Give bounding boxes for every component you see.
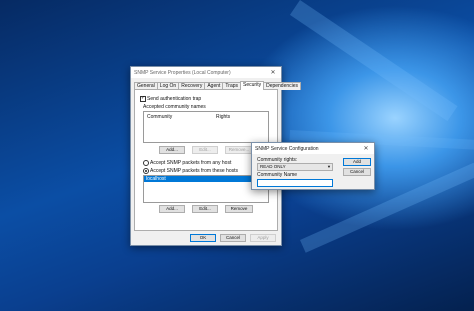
close-icon[interactable]: ✕ <box>268 69 278 76</box>
host-name: localhost <box>146 176 166 182</box>
chevron-down-icon: ▼ <box>327 164 331 169</box>
ok-button[interactable]: OK <box>190 234 216 242</box>
community-name-label: Community Name <box>257 172 298 178</box>
community-edit-button[interactable]: Edit... <box>192 146 218 154</box>
checkmark-icon: ✓ <box>141 95 146 101</box>
column-header-rights[interactable]: Rights <box>216 114 230 120</box>
dialog-title: SNMP Service Properties (Local Computer) <box>134 69 231 76</box>
config-add-button[interactable]: Add <box>343 158 371 166</box>
close-icon[interactable]: ✕ <box>361 145 371 152</box>
accept-any-host-radio[interactable] <box>143 160 149 166</box>
community-remove-button[interactable]: Remove... <box>225 146 253 154</box>
dialog-titlebar: SNMP Service Properties (Local Computer)… <box>131 67 281 78</box>
host-add-button[interactable]: Add... <box>159 205 185 213</box>
accept-these-hosts-label: Accept SNMP packets from these hosts <box>150 168 239 174</box>
community-list[interactable]: Community Rights <box>143 111 269 143</box>
host-edit-button[interactable]: Edit... <box>192 205 218 213</box>
config-titlebar: SNMP Service Configuration ✕ <box>252 143 374 154</box>
send-auth-trap-label: Send authentication trap <box>147 96 202 102</box>
config-cancel-button[interactable]: Cancel <box>343 168 371 176</box>
community-add-button[interactable]: Add... <box>159 146 185 154</box>
host-remove-button[interactable]: Remove <box>225 205 253 213</box>
host-list-item[interactable]: localhost <box>144 176 268 182</box>
send-auth-trap-checkbox[interactable]: ✓ <box>140 95 146 102</box>
apply-button[interactable]: Apply <box>250 234 276 242</box>
accepted-communities-label: Accepted community names <box>143 104 206 110</box>
accept-any-host-label: Accept SNMP packets from any host <box>150 160 232 166</box>
snmp-config-dialog: SNMP Service Configuration ✕ Community r… <box>251 142 375 190</box>
column-header-community[interactable]: Community <box>147 114 172 120</box>
tab-security[interactable]: Security <box>240 81 265 90</box>
accept-these-hosts-radio[interactable] <box>143 168 149 174</box>
community-rights-value: READ ONLY <box>260 164 286 169</box>
cancel-button[interactable]: Cancel <box>220 234 246 242</box>
community-rights-select[interactable]: READ ONLY ▼ <box>257 163 333 171</box>
desktop-light-beam <box>289 0 458 122</box>
community-name-input[interactable] <box>257 179 333 187</box>
config-title: SNMP Service Configuration <box>255 145 319 152</box>
